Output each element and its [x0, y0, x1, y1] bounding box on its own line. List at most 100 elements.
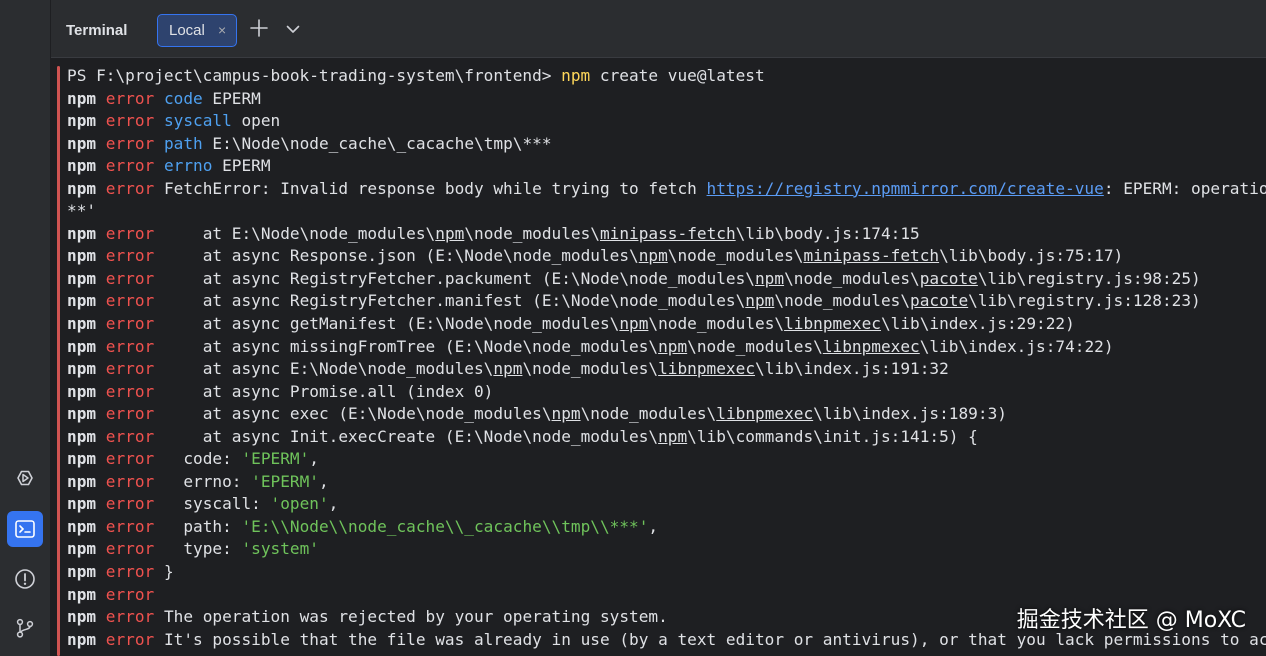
output-text: syscall: [163, 111, 232, 131]
output-text: ,: [648, 516, 659, 536]
output-text: 'EPERM': [251, 471, 319, 491]
output-line: npm error FetchError: Invalid response b…: [67, 178, 1266, 201]
output-text: libnpmexec: [784, 314, 881, 334]
error-prefix: error: [105, 88, 155, 108]
npm-prefix: npm: [67, 314, 97, 334]
output-text: ,: [309, 449, 319, 469]
npm-prefix: npm: [67, 426, 97, 446]
output-line: npm error at async RegistryFetcher.packu…: [67, 268, 1266, 291]
git-branch-icon[interactable]: [7, 610, 43, 646]
output-text: at async Init.execCreate (E:\Node\node_m…: [163, 426, 659, 446]
output-text: FetchError: Invalid response body while …: [163, 178, 707, 198]
error-prefix: error: [105, 539, 155, 559]
problems-icon[interactable]: [7, 561, 43, 597]
output-text: npm: [551, 404, 581, 424]
close-icon[interactable]: ×: [218, 22, 226, 38]
output-text: \node_modules\: [522, 359, 659, 379]
output-text: \lib\index.js:29:22): [880, 314, 1075, 334]
npm-prefix: npm: [67, 584, 97, 604]
output-line: npm error at async E:\Node\node_modules\…: [67, 358, 1266, 381]
tab-local[interactable]: Local ×: [157, 14, 237, 47]
registry-link[interactable]: https://registry.npmmirror.com/create-vu…: [707, 179, 1104, 198]
error-prefix: error: [105, 404, 155, 424]
run-debug-icon[interactable]: [7, 460, 43, 496]
npm-prefix: npm: [67, 562, 97, 582]
error-prefix: error: [105, 223, 155, 243]
error-prefix: error: [105, 381, 155, 401]
output-text: libnpmexec: [716, 404, 814, 424]
error-prefix: error: [105, 246, 155, 266]
output-text: \lib\index.js:189:3): [813, 404, 1007, 424]
npm-prefix: npm: [67, 404, 97, 424]
npm-prefix: npm: [67, 629, 97, 649]
npm-prefix: npm: [67, 539, 97, 559]
output-text: \node_modules\: [667, 246, 804, 266]
output-text: E:\Node\node_cache\_cacache\tmp\***: [202, 133, 552, 153]
plus-icon[interactable]: [248, 17, 270, 39]
output-text: 'E:\\Node\\node_cache\\_cacache\\tmp\\**…: [241, 516, 649, 536]
output-text: syscall:: [163, 494, 271, 514]
output-text: at async RegistryFetcher.manifest (E:\No…: [163, 291, 746, 311]
error-prefix: error: [105, 426, 155, 446]
output-line: npm error errno EPERM: [67, 155, 1266, 178]
error-prefix: error: [105, 607, 155, 627]
output-text: EPERM: [202, 88, 261, 108]
output-text: \node_modules\: [464, 223, 600, 243]
tool-window-title: Terminal: [66, 22, 128, 39]
output-line: npm error at async getManifest (E:\Node\…: [67, 313, 1266, 336]
npm-prefix: npm: [67, 246, 97, 266]
npm-prefix: npm: [67, 111, 97, 131]
output-text: \lib\index.js:191:32: [755, 359, 949, 379]
error-prefix: error: [105, 336, 155, 356]
output-text: pacote: [919, 268, 978, 288]
error-prefix: error: [105, 111, 155, 131]
output-text: \lib\registry.js:128:23): [968, 291, 1201, 311]
npm-prefix: npm: [67, 516, 97, 536]
wrapped-text: **': [67, 201, 97, 221]
output-text: type:: [163, 539, 242, 559]
error-prefix: error: [105, 629, 155, 649]
output-text: npm: [493, 359, 523, 379]
error-prefix: error: [105, 516, 155, 536]
error-prefix: error: [105, 291, 155, 311]
output-text: at async getManifest (E:\Node\node_modul…: [163, 314, 620, 334]
tool-window-sidebar: [0, 0, 51, 656]
output-line: npm error errno: 'EPERM',: [67, 471, 1266, 494]
output-text: minipass-fetch: [803, 246, 940, 266]
output-line: npm error path E:\Node\node_cache\_cacac…: [67, 133, 1266, 156]
output-line: npm error at async exec (E:\Node\node_mo…: [67, 403, 1266, 426]
output-text: open: [231, 111, 281, 131]
output-text: at E:\Node\node_modules\: [163, 223, 436, 243]
output-text: npm: [619, 314, 649, 334]
output-text: at async Response.json (E:\Node\node_mod…: [163, 246, 639, 266]
output-line: npm error syscall: 'open',: [67, 493, 1266, 516]
command-program: npm: [561, 66, 591, 85]
npm-prefix: npm: [67, 133, 97, 153]
output-text: \lib\index.js:74:22): [919, 336, 1114, 356]
output-text: libnpmexec: [658, 359, 756, 379]
output-text: at async Promise.all (index 0): [163, 381, 494, 401]
npm-prefix: npm: [67, 223, 97, 243]
prompt-line: PS F:\project\campus-book-trading-system…: [67, 65, 1266, 88]
npm-prefix: npm: [67, 449, 97, 469]
prompt: PS F:\project\campus-book-trading-system…: [67, 66, 562, 85]
output-text: at async exec (E:\Node\node_modules\: [163, 404, 552, 424]
output-text: at async RegistryFetcher.packument (E:\N…: [163, 268, 755, 288]
error-prefix: error: [105, 494, 155, 514]
output-text: EPERM: [212, 156, 271, 176]
output-text: code: [163, 88, 203, 108]
npm-prefix: npm: [67, 268, 97, 288]
chevron-down-icon[interactable]: [284, 20, 302, 38]
output-text: 'EPERM': [241, 449, 310, 469]
npm-prefix: npm: [67, 381, 97, 401]
output-text: 'system': [241, 539, 319, 559]
output-text: errno: [163, 156, 213, 176]
terminal-icon[interactable]: [7, 511, 43, 547]
output-line: npm error type: 'system': [67, 538, 1266, 561]
error-prefix: error: [105, 584, 155, 604]
output-line: npm error at E:\Node\node_modules\npm\no…: [67, 223, 1266, 246]
terminal-output[interactable]: PS F:\project\campus-book-trading-system…: [67, 65, 1266, 656]
npm-prefix: npm: [67, 88, 97, 108]
output-line: **': [67, 200, 1266, 223]
output-text: \node_modules\: [687, 336, 823, 356]
